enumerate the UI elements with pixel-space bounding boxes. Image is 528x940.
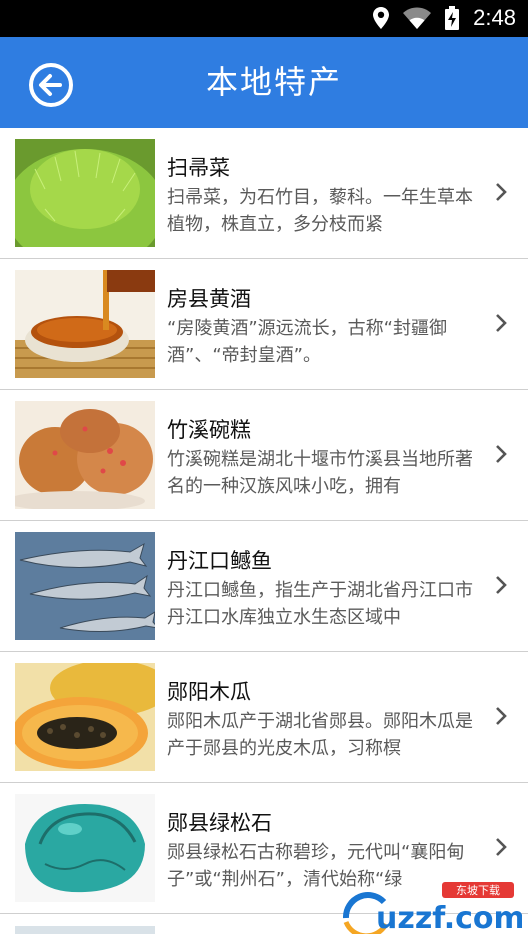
item-description: 竹溪碗糕是湖北十堰市竹溪县当地所著名的一种汉族风味小吃，拥有 (167, 449, 473, 497)
chevron-right-icon (496, 445, 507, 463)
item-thumbnail (15, 794, 155, 902)
item-title: 丹江口鳡鱼 (167, 549, 272, 573)
list-item[interactable]: 竹溪碗糕 竹溪碗糕是湖北十堰市竹溪县当地所著名的一种汉族风味小吃，拥有 (0, 390, 528, 521)
status-time: 2:48 (473, 5, 516, 30)
list-item[interactable]: 郧阳木瓜 郧阳木瓜产于湖北省郧县。郧阳木瓜是产于郧县的光皮木瓜，习称榠 (0, 652, 528, 783)
item-title: 郧阳木瓜 (167, 680, 251, 704)
product-list: 扫帚菜 扫帚菜，为石竹目，藜科。一年生草本植物，株直立，多分枝而紧 房县黄酒 “… (0, 128, 528, 934)
item-thumbnail (15, 401, 155, 509)
app-bar: 本地特产 (0, 37, 528, 128)
list-item[interactable]: 房县黄酒 “房陵黄酒”源远流长，古称“封疆御酒”、“帝封皇酒”。 (0, 259, 528, 390)
status-bar: 2:48 (0, 0, 528, 37)
chevron-right-icon (496, 183, 507, 201)
watermark-brand: uzzf.com (376, 901, 522, 934)
item-thumbnail (15, 926, 155, 934)
item-description: “房陵黄酒”源远流长，古称“封疆御酒”、“帝封皇酒”。 (167, 318, 447, 366)
item-title: 扫帚菜 (167, 156, 230, 180)
item-thumbnail (15, 270, 155, 378)
item-thumbnail (15, 139, 155, 247)
chevron-right-icon (496, 314, 507, 332)
item-title: 郧县绿松石 (167, 811, 272, 835)
item-description: 郧阳木瓜产于湖北省郧县。郧阳木瓜是产于郧县的光皮木瓜，习称榠 (167, 711, 473, 759)
item-title: 房县黄酒 (167, 287, 251, 311)
chevron-right-icon (496, 838, 507, 856)
watermark-tag: 东坡下载 (456, 884, 500, 897)
list-item[interactable]: 扫帚菜 扫帚菜，为石竹目，藜科。一年生草本植物，株直立，多分枝而紧 (0, 128, 528, 259)
chevron-right-icon (496, 576, 507, 594)
wifi-icon (403, 7, 432, 29)
location-icon (373, 7, 390, 29)
item-thumbnail (15, 663, 155, 771)
page-title: 本地特产 (205, 63, 342, 101)
item-description: 扫帚菜，为石竹目，藜科。一年生草本植物，株直立，多分枝而紧 (167, 187, 473, 235)
watermark-logo: 东坡下载 uzzf.com (343, 882, 522, 934)
item-thumbnail (15, 532, 155, 640)
chevron-right-icon (496, 707, 507, 725)
list-item[interactable]: 丹江口鳡鱼 丹江口鳡鱼，指生产于湖北省丹江口市丹江口水库独立水生态区域中 (0, 521, 528, 652)
item-description: 丹江口鳡鱼，指生产于湖北省丹江口市丹江口水库独立水生态区域中 (167, 580, 473, 628)
battery-icon (445, 6, 460, 30)
item-title: 竹溪碗糕 (167, 418, 251, 442)
